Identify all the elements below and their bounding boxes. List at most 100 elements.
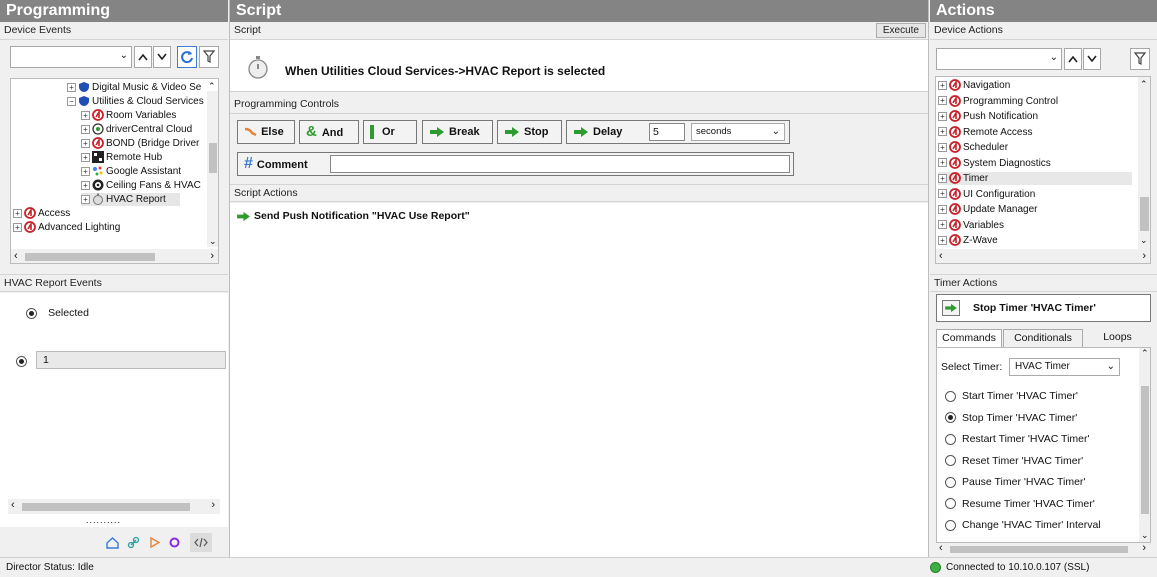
device-events-search-combo[interactable]: ⌄ [10,46,132,68]
action-tree-item[interactable]: + Programming Control [938,94,1058,108]
value-field[interactable]: 1 [36,351,226,369]
command-radio[interactable] [945,455,956,467]
actions-tree-vscrollbar[interactable]: ⌃ ⌄ [1138,77,1150,249]
expand-icon[interactable]: + [13,222,22,232]
comment-input[interactable] [330,155,790,173]
actions-filter-button[interactable] [1130,48,1150,70]
nav-down-button[interactable] [153,46,171,68]
or-button[interactable]: Or [363,120,417,144]
scroll-left-icon[interactable]: ‹ [11,499,15,511]
command-radio[interactable] [945,476,956,488]
commands-hscrollbar[interactable]: ‹ › [936,542,1151,556]
link-icon[interactable] [127,536,140,549]
commands-vscrollbar[interactable]: ⌃ ⌄ [1139,348,1150,542]
expand-icon[interactable]: + [938,127,947,137]
expand-icon[interactable]: + [81,110,90,120]
timer-command-option[interactable]: Pause Timer 'HVAC Timer' [945,474,1085,490]
tab-loops[interactable]: Loops [1084,329,1151,347]
scroll-left-icon[interactable]: ‹ [14,250,18,262]
tree-item-advanced-lighting[interactable]: + Advanced Lighting [13,221,120,234]
device-events-tree[interactable]: + Digital Music & Video Se ⌃ − Utilities &… [10,78,219,264]
scroll-down-icon[interactable]: ⌄ [1140,235,1148,246]
expand-icon[interactable]: + [938,158,947,168]
actions-tree-hscrollbar[interactable]: ‹ › [936,249,1150,263]
tree-scroll-down[interactable]: ⌄ [209,236,217,247]
action-tree-item[interactable]: + Push Notification [938,110,1038,123]
timer-command-option[interactable]: Restart Timer 'HVAC Timer' [945,431,1090,447]
scroll-left-icon[interactable]: ‹ [939,250,943,262]
tree-item-drivercentral[interactable]: + driverCentral Cloud [81,123,192,136]
play-icon[interactable] [148,536,161,549]
expand-icon[interactable]: + [81,152,90,162]
tree-hscrollbar[interactable]: ‹ › [11,249,218,263]
expand-icon[interactable]: + [938,96,947,106]
tree-item-room-variables[interactable]: + Room Variables [81,109,176,122]
expand-icon[interactable]: + [67,82,76,92]
expand-icon[interactable]: + [938,111,947,121]
scroll-right-icon[interactable]: › [210,250,214,262]
scroll-left-icon[interactable]: ‹ [939,542,943,554]
expand-icon[interactable]: + [81,180,90,190]
home-icon[interactable] [106,536,119,549]
delay-button[interactable]: Delay [573,126,622,138]
action-tree-item[interactable]: + Remote Access [938,125,1032,139]
device-actions-tree[interactable]: + Navigation + Programming Control + Push Not… [935,76,1151,264]
commands-hscroll-thumb[interactable] [950,546,1128,553]
tree-item-hvac-report[interactable]: + HVAC Report [81,193,180,206]
tree-item-remote-hub[interactable]: + Remote Hub [81,151,162,164]
tree-item-access[interactable]: + Access [13,207,70,220]
script-action-item[interactable]: Send Push Notification "HVAC Use Report" [236,210,470,222]
chevron-down-icon[interactable]: ⌄ [120,50,128,61]
chevron-down-icon[interactable]: ⌄ [1050,52,1058,63]
command-radio[interactable] [945,519,956,531]
expand-icon[interactable]: + [938,189,947,199]
action-tree-item[interactable]: + Z-Wave [938,234,998,247]
command-radio[interactable] [945,498,956,510]
timer-command-option[interactable]: Start Timer 'HVAC Timer' [945,388,1078,404]
select-timer-dropdown[interactable]: HVAC Timer ⌄ [1009,358,1120,376]
scroll-right-icon[interactable]: › [1142,250,1146,262]
tree-item-ceiling-fans[interactable]: + Ceiling Fans & HVAC [81,179,201,192]
command-radio[interactable] [945,412,956,424]
drag-action-item[interactable]: Stop Timer 'HVAC Timer' [936,294,1151,322]
expand-icon[interactable]: + [81,124,90,134]
execute-button[interactable]: Execute [875,23,926,38]
events-hscroll-thumb[interactable] [22,503,190,511]
code-icon[interactable] [190,533,212,552]
expand-icon[interactable]: + [938,204,947,214]
expand-icon[interactable]: + [938,80,947,90]
actions-tree-vscroll-thumb[interactable] [1140,197,1149,231]
tree-item-digital-music[interactable]: + Digital Music & Video Se [67,81,201,94]
tree-item-google-assistant[interactable]: + Google Assistant [81,165,181,178]
script-actions-area[interactable]: Send Push Notification "HVAC Use Report" [230,203,928,557]
action-tree-item[interactable]: + UI Configuration [938,187,1035,201]
command-radio[interactable] [945,390,956,402]
device-actions-search-combo[interactable]: ⌄ [936,48,1062,70]
action-tree-item[interactable]: + Navigation [938,79,1010,92]
selected-event-option[interactable]: Selected [26,307,89,319]
filter-button[interactable] [199,46,219,68]
tree-item-utilities[interactable]: − Utilities & Cloud Services [67,95,204,108]
actions-nav-down-button[interactable] [1083,48,1101,70]
delay-unit-select[interactable]: seconds ⌄ [691,123,785,141]
expand-icon[interactable]: + [81,138,90,148]
events-hscrollbar[interactable]: ‹ › [8,499,220,514]
scroll-down-icon[interactable]: ⌄ [1141,530,1149,541]
nav-up-button[interactable] [134,46,152,68]
stop-button[interactable]: Stop [497,120,562,144]
break-button[interactable]: Break [422,120,493,144]
scroll-right-icon[interactable]: › [211,499,215,511]
action-tree-item[interactable]: + System Diagnostics [938,156,1051,170]
scroll-up-icon[interactable]: ⌃ [1140,79,1148,90]
tab-conditionals[interactable]: Conditionals [1003,329,1083,347]
actions-nav-up-button[interactable] [1064,48,1082,70]
timer-command-option[interactable]: Stop Timer 'HVAC Timer' [945,410,1077,426]
value-radio[interactable] [16,355,27,367]
expand-icon[interactable]: + [938,220,947,230]
expand-icon[interactable]: + [938,235,947,245]
action-tree-item[interactable]: + Update Manager [938,203,1038,216]
tab-commands[interactable]: Commands [936,329,1002,348]
expand-icon[interactable]: + [13,208,22,218]
else-button[interactable]: Else [237,120,295,144]
selected-radio[interactable] [26,307,37,319]
